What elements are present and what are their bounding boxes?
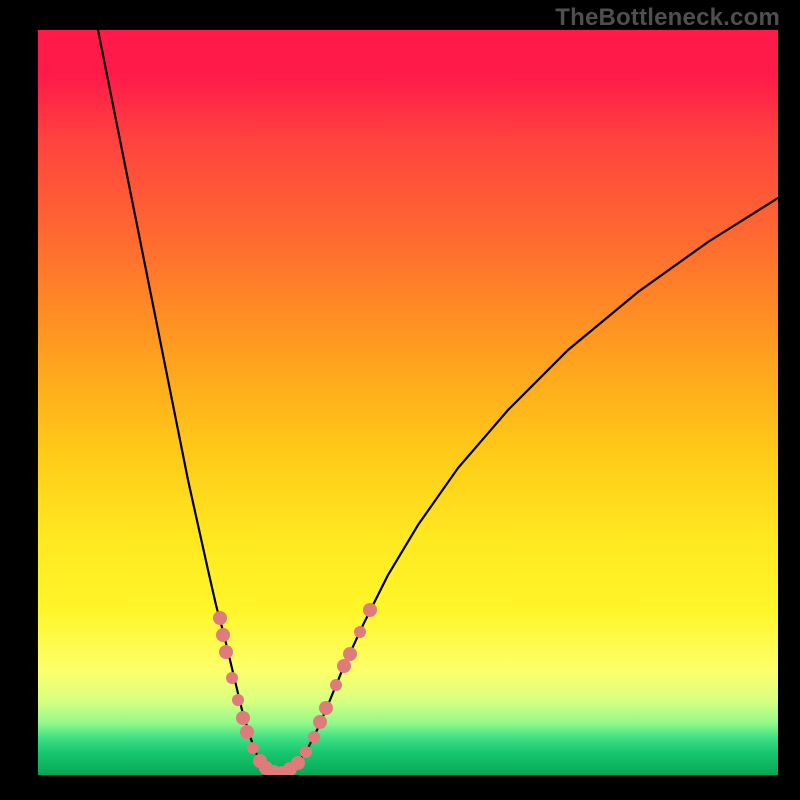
data-marker: [247, 742, 259, 754]
data-marker: [240, 725, 254, 739]
data-marker: [330, 679, 342, 691]
curve-layer: [38, 30, 778, 775]
data-marker: [313, 715, 327, 729]
watermark-text: TheBottleneck.com: [555, 4, 780, 32]
bottleneck-curve: [98, 30, 778, 772]
data-marker: [343, 647, 357, 661]
chart-frame: TheBottleneck.com: [0, 0, 800, 800]
data-marker: [363, 603, 377, 617]
data-marker: [236, 711, 250, 725]
data-marker: [226, 672, 238, 684]
data-marker: [216, 628, 230, 642]
data-marker: [300, 746, 312, 758]
data-marker: [219, 645, 233, 659]
data-marker: [291, 756, 305, 770]
data-marker: [319, 701, 333, 715]
plot-area: [38, 30, 778, 775]
data-marker: [308, 731, 320, 743]
data-marker: [213, 611, 227, 625]
data-marker: [232, 694, 244, 706]
data-marker: [337, 659, 351, 673]
data-marker: [354, 626, 366, 638]
